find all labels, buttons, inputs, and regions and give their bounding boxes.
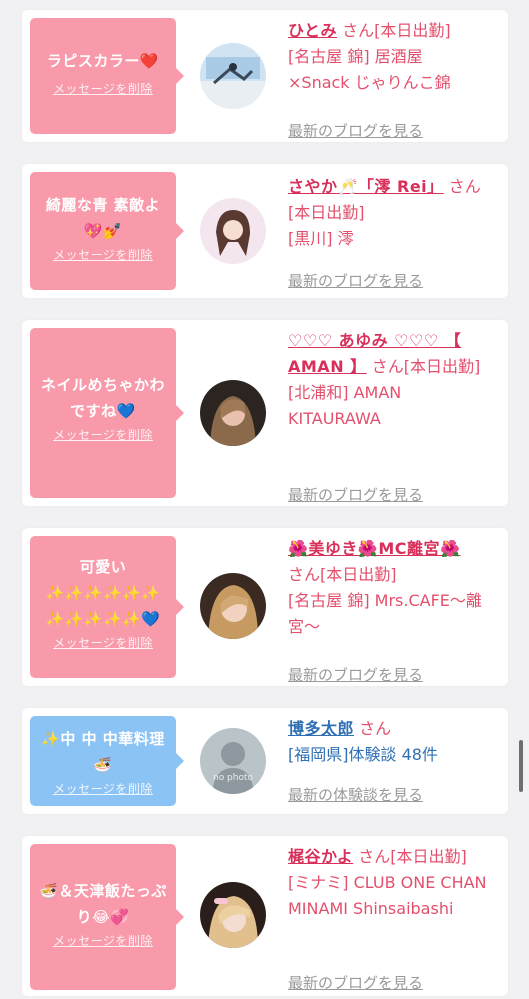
delete-message-link[interactable]: メッセージを削除: [53, 80, 153, 97]
message-text: 綺麗な青 素敵よ 💖💅: [45, 196, 161, 240]
shop-info: [名古屋 錦] 居酒屋: [288, 47, 423, 66]
delete-message-link[interactable]: メッセージを削除: [53, 634, 153, 651]
cast-info: ひとみ さん[本日出勤] [名古屋 錦] 居酒屋 ×Snack じゃりんこ錦 最…: [288, 18, 494, 140]
cast-name-link[interactable]: ひとみ: [288, 21, 337, 40]
cast-status: さん[本日出勤]: [342, 21, 451, 40]
review-info: [福岡県]体験談 48件: [288, 745, 438, 764]
user-name-link[interactable]: 博多太郎: [288, 719, 354, 738]
shop-info: [北浦和] AMAN KITAURAWA: [288, 383, 402, 428]
latest-blog-link[interactable]: 最新のブログを見る: [288, 970, 423, 996]
cast-status: さん[本日出勤]: [288, 565, 397, 584]
message-text: ✨中 中 中華料理 🍜: [41, 730, 165, 774]
scrollbar[interactable]: [519, 740, 523, 792]
message-bubble: ラピスカラー❤️ メッセージを削除: [30, 18, 184, 134]
message-card: 可愛い ✨✨✨✨✨✨ ✨✨✨✨✨💙 メッセージを削除 🌺美ゆき🌺MC離宮🌺 さん…: [22, 528, 508, 686]
message-card: ✨中 中 中華料理 🍜 メッセージを削除 no photo 博多太郎 さん [福…: [22, 708, 508, 814]
cast-status: さん[本日出勤]: [371, 357, 481, 376]
message-bubble: ネイルめちゃかわ ですね💙 メッセージを削除: [30, 328, 184, 498]
message-bubble: 🍜＆天津飯たっぷ り😂💞 メッセージを削除: [30, 844, 184, 990]
delete-message-link[interactable]: メッセージを削除: [53, 246, 153, 263]
latest-blog-link[interactable]: 最新のブログを見る: [288, 662, 423, 688]
message-text: 可愛い ✨✨✨✨✨✨ ✨✨✨✨✨💙: [45, 558, 161, 628]
cast-info: 梶谷かよ さん[本日出勤] [ミナミ] CLUB ONE CHAN MINAMI…: [288, 844, 494, 992]
delete-message-link[interactable]: メッセージを削除: [53, 932, 153, 949]
avatar[interactable]: [200, 198, 266, 264]
cast-name-link[interactable]: 梶谷かよ: [288, 847, 353, 866]
shop-info: [名古屋 錦] Mrs.CAFE〜離宮〜: [288, 591, 482, 636]
user-status: さん: [359, 719, 392, 738]
latest-blog-link[interactable]: 最新のブログを見る: [288, 482, 423, 508]
message-card: ネイルめちゃかわ ですね💙 メッセージを削除 ♡♡♡ あゆみ ♡♡♡ 【 AMA…: [22, 320, 508, 506]
latest-review-link[interactable]: 最新の体験談を見る: [288, 782, 423, 808]
message-text: ラピスカラー❤️: [46, 52, 160, 70]
avatar[interactable]: [200, 380, 266, 446]
delete-message-link[interactable]: メッセージを削除: [53, 780, 153, 797]
message-bubble: 綺麗な青 素敵よ 💖💅 メッセージを削除: [30, 172, 184, 290]
shop-info: ×Snack じゃりんこ錦: [288, 73, 451, 92]
message-bubble: 可愛い ✨✨✨✨✨✨ ✨✨✨✨✨💙 メッセージを削除: [30, 536, 184, 678]
message-text: ネイルめちゃかわ ですね💙: [40, 376, 165, 420]
message-text: 🍜＆天津飯たっぷ り😂💞: [39, 882, 167, 926]
cast-info: ♡♡♡ あゆみ ♡♡♡ 【 AMAN 】 さん[本日出勤] [北浦和] AMAN…: [288, 328, 494, 504]
avatar[interactable]: [200, 573, 266, 639]
message-card: 🍜＆天津飯たっぷ り😂💞 メッセージを削除 梶谷かよ さん[本日出勤] [ミナミ…: [22, 836, 508, 996]
avatar[interactable]: [200, 43, 266, 109]
shop-info: [ミナミ] CLUB ONE CHAN MINAMI Shinsaibashi: [288, 873, 487, 918]
cast-info: 博多太郎 さん [福岡県]体験談 48件 最新の体験談を見る: [288, 716, 494, 804]
message-card: ラピスカラー❤️ メッセージを削除 ひとみ さん[本日出勤] [名古屋 錦] 居…: [22, 10, 508, 142]
avatar[interactable]: [200, 882, 266, 948]
no-photo-label: no photo: [213, 773, 254, 783]
delete-message-link[interactable]: メッセージを削除: [53, 426, 153, 443]
cast-info: さやか🥂「澪 Rei」 さん[本日出勤] [黒川] 澪 最新のブログを見る: [288, 174, 494, 290]
cast-name-link[interactable]: 🌺美ゆき🌺MC離宮🌺: [288, 539, 460, 558]
message-feed: ラピスカラー❤️ メッセージを削除 ひとみ さん[本日出勤] [名古屋 錦] 居…: [0, 0, 529, 999]
shop-info: [黒川] 澪: [288, 229, 354, 248]
cast-name-link[interactable]: さやか🥂「澪 Rei」: [288, 177, 444, 196]
avatar[interactable]: no photo: [200, 728, 266, 794]
cast-status: さん[本日出勤]: [358, 847, 467, 866]
latest-blog-link[interactable]: 最新のブログを見る: [288, 268, 423, 294]
latest-blog-link[interactable]: 最新のブログを見る: [288, 118, 423, 144]
message-card: 綺麗な青 素敵よ 💖💅 メッセージを削除 さやか🥂「澪 Rei」 さん[本日出勤…: [22, 164, 508, 298]
message-bubble: ✨中 中 中華料理 🍜 メッセージを削除: [30, 716, 184, 806]
cast-info: 🌺美ゆき🌺MC離宮🌺 さん[本日出勤] [名古屋 錦] Mrs.CAFE〜離宮〜…: [288, 536, 494, 684]
